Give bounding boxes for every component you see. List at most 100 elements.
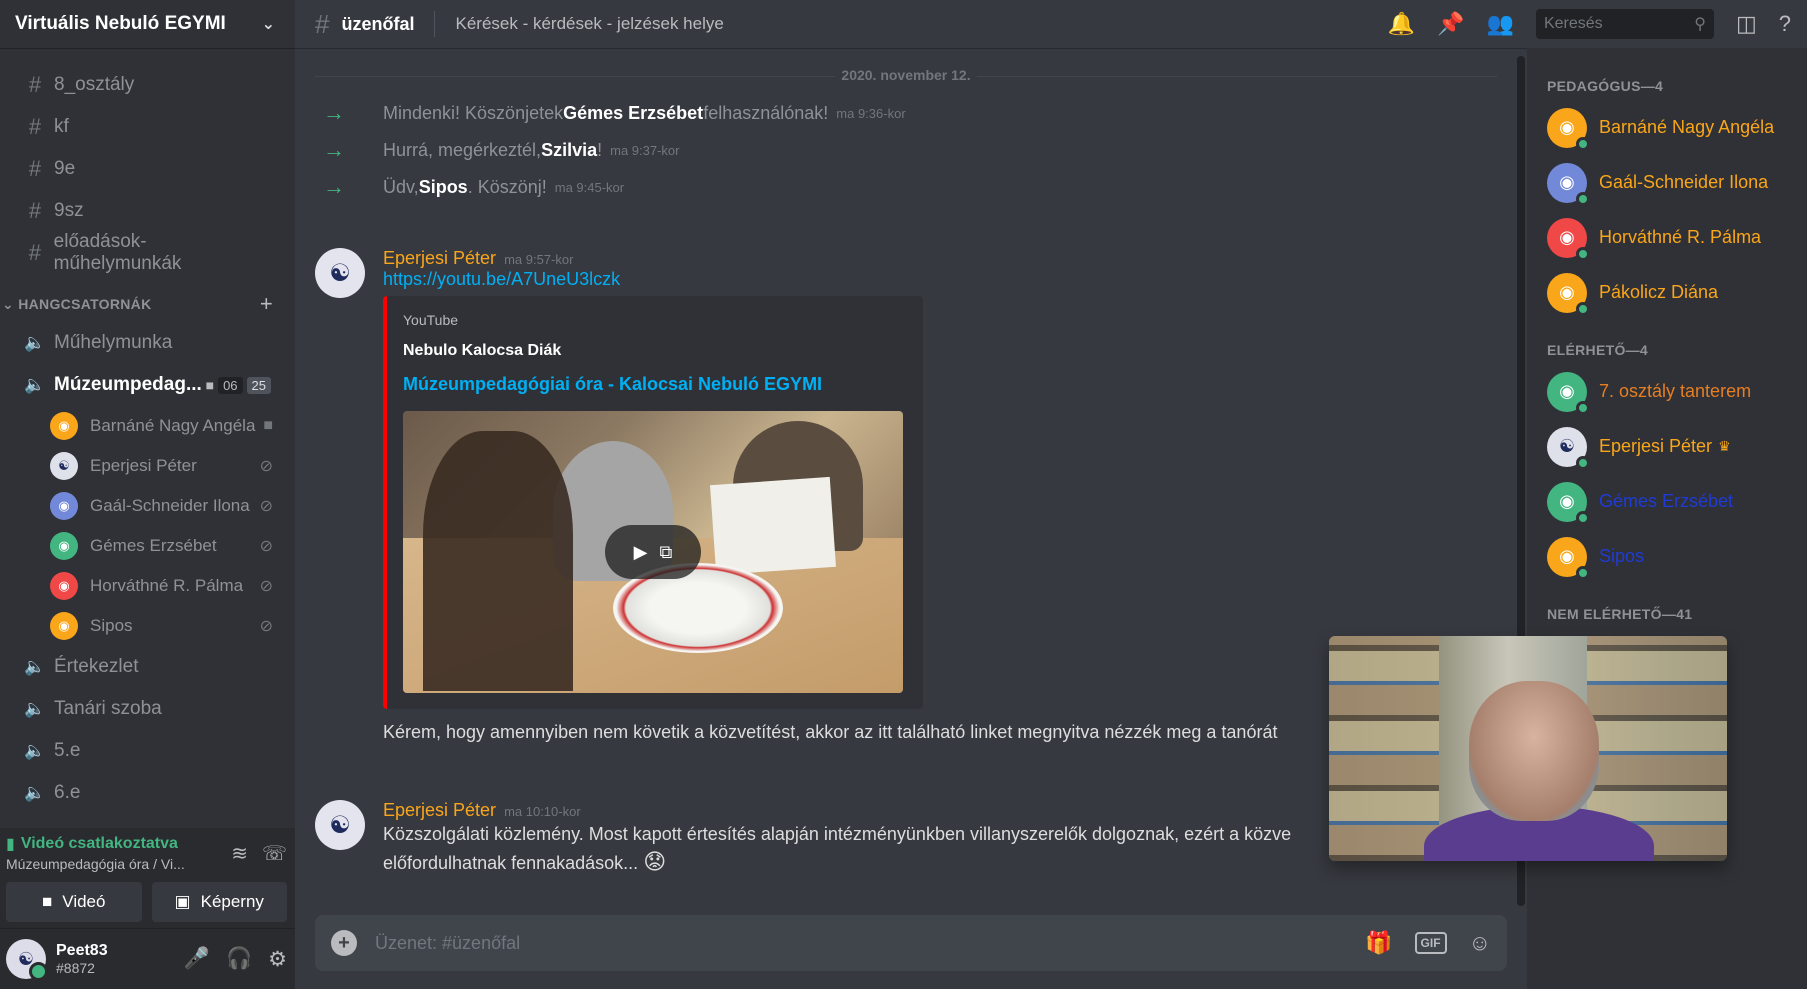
speaker-icon: 🔈 (24, 375, 46, 394)
noise-suppression-icon[interactable]: ≋ (231, 841, 248, 866)
user-avatar: ◉ (50, 412, 78, 440)
text-channel[interactable]: # előadások-műhelymunkák (8, 231, 287, 274)
member-item[interactable]: ☯ Eperjesi Péter ♛ (1527, 419, 1807, 474)
sys-text: Üdv, (383, 176, 419, 197)
author-name[interactable]: Eperjesi Péter (383, 248, 496, 268)
voice-status[interactable]: ▮ Videó csatlakoztatva (6, 834, 185, 854)
user-avatar: ☯ (50, 452, 78, 480)
disconnect-icon[interactable]: ☏ (262, 841, 287, 866)
online-status-icon (1576, 246, 1590, 261)
message-composer[interactable]: + Üzenet: #üzenőfal 🎁 GIF ☺ (315, 915, 1507, 971)
mic-muted-icon[interactable]: 🎤 (184, 947, 210, 972)
search-input[interactable]: Keresés ⚲ (1535, 9, 1714, 39)
pin-icon[interactable]: 📌 (1437, 11, 1464, 37)
channel-label: 5.e (54, 740, 81, 761)
online-status-icon (1576, 455, 1590, 470)
members-icon[interactable]: 👥 (1487, 11, 1514, 37)
gif-icon[interactable]: GIF (1414, 932, 1447, 954)
author-name[interactable]: Eperjesi Péter (383, 800, 496, 820)
voice-channel[interactable]: 🔈 5.e (8, 730, 287, 772)
message-input[interactable]: Üzenet: #üzenőfal (375, 933, 1365, 954)
message-link[interactable]: https://youtu.be/A7UneU3lczk (383, 269, 1277, 290)
popout-video-stream[interactable] (1329, 636, 1727, 861)
system-message: → Mindenki! Köszönjetek Gémes Erzsébet f… (323, 100, 906, 126)
voice-user[interactable]: ◉ Sipos ⊘ (0, 606, 295, 646)
voice-category[interactable]: ⌄ HANGCSATORNÁK + (0, 286, 295, 322)
author-avatar[interactable]: ☯ (315, 248, 365, 298)
voice-user[interactable]: ◉ Horváthné R. Pálma ⊘ (0, 566, 295, 606)
voice-user-name: Eperjesi Péter (90, 456, 197, 475)
member-item[interactable]: ◉ Gaál-Schneider Ilona (1527, 155, 1807, 210)
member-item[interactable]: ◉ Sipos (1527, 529, 1807, 584)
member-name: Sipos (1599, 546, 1645, 566)
video-bookshelf (1329, 636, 1439, 861)
sys-mention[interactable]: Gémes Erzsébet (563, 103, 703, 124)
voice-channel[interactable]: 🔈 Tanári szoba (8, 688, 287, 730)
attach-plus-icon[interactable]: + (331, 930, 357, 956)
signal-icon: ▮ (6, 836, 15, 853)
add-channel-icon[interactable]: + (260, 291, 273, 317)
video-button[interactable]: ■ Videó (6, 882, 142, 922)
embed-provider[interactable]: YouTube (403, 312, 907, 328)
speaker-icon: 🔈 (24, 657, 46, 676)
emoji-icon[interactable]: ☺ (1469, 930, 1491, 956)
online-status-icon (1576, 510, 1590, 525)
channel-topic[interactable]: Kérések - kérdések - jelzések helye (455, 14, 723, 34)
header-divider (434, 11, 436, 37)
text-channel[interactable]: #9e (8, 148, 287, 190)
sys-mention[interactable]: Sipos (419, 177, 468, 198)
youtube-embed: YouTube Nebulo Kalocsa Diák Múzeumpedagó… (383, 296, 923, 709)
member-item[interactable]: ◉ Horváthné R. Pálma (1527, 210, 1807, 265)
channel-label: kf (54, 116, 69, 137)
embed-title[interactable]: Múzeumpedagógiai óra - Kalocsai Nebuló E… (403, 374, 907, 395)
voice-user[interactable]: ◉ Barnáné Nagy Angéla ■ (0, 406, 295, 446)
channel-label: 8_osztály (54, 74, 135, 95)
user-count: 25 (246, 376, 271, 394)
gear-icon[interactable]: ⚙ (268, 947, 287, 972)
headphones-icon[interactable]: 🎧 (226, 947, 252, 972)
voice-user-list: ◉ Barnáné Nagy Angéla ■ ☯ Eperjesi Péter ⊘ ◉ Ga… (0, 406, 295, 646)
member-item[interactable]: ◉ Barnáné Nagy Angéla (1527, 100, 1807, 155)
gift-icon[interactable]: 🎁 (1365, 930, 1392, 956)
date-divider: 2020. november 12. (315, 67, 1497, 83)
message-text: Kérem, hogy amennyiben nem követik a köz… (383, 722, 1278, 742)
text-channel[interactable]: # kf (8, 106, 287, 148)
embed-author[interactable]: Nebulo Kalocsa Diák (403, 342, 907, 360)
sys-text: Hurrá, megérkeztél, (383, 139, 542, 160)
channel-label: Tanári szoba (54, 698, 162, 719)
member-item[interactable]: ◉ 7. osztály tanterem (1527, 364, 1807, 419)
member-category: PEDAGÓGUS—4 (1547, 78, 1664, 94)
voice-channel-active[interactable]: 🔈 Múzeumpedag... ■ 06 25 (8, 364, 287, 406)
voice-user[interactable]: ◉ Gémes Erzsébet ⊘ (0, 526, 295, 566)
speaker-icon: 🔈 (24, 783, 46, 802)
voice-channel[interactable]: 🔈 Műhelymunka (8, 322, 287, 364)
voice-channel-name[interactable]: Múzeumpedagógia óra / Vi... (6, 856, 185, 872)
text-channel[interactable]: #9sz (8, 190, 287, 232)
voice-channel[interactable]: 🔈 Értekezlet (8, 646, 287, 688)
help-icon[interactable]: ? (1779, 11, 1791, 37)
bell-icon[interactable]: 🔔 (1388, 11, 1415, 37)
video-person-head (1469, 681, 1599, 821)
video-thumbnail[interactable]: ▶ ⧉ (403, 411, 903, 693)
message: ☯ Eperjesi Péter ma 9:57-kor https://yout… (315, 248, 1277, 746)
play-button[interactable]: ▶ ⧉ (605, 525, 701, 579)
voice-channel[interactable]: 🔈 6.e (8, 772, 287, 814)
member-item[interactable]: ◉ Pákolicz Diána (1527, 265, 1807, 320)
member-item[interactable]: ◉ Gémes Erzsébet (1527, 474, 1807, 529)
voice-user-name: Sipos (90, 616, 133, 635)
chevron-down-icon[interactable]: ⌄ (262, 14, 275, 34)
inbox-icon[interactable]: ◫ (1736, 11, 1757, 37)
voice-user[interactable]: ☯ Eperjesi Péter ⊘ (0, 446, 295, 486)
text-channel[interactable]: #8_osztály (8, 64, 287, 106)
channel-label: 9sz (54, 200, 84, 221)
open-external-icon[interactable]: ⧉ (659, 542, 672, 563)
guild-header[interactable]: Virtuális Nebuló EGYMI ⌄ (0, 0, 295, 48)
screen-share-button[interactable]: ▣ Képerny (151, 882, 287, 922)
frowning-emoji-icon: 😟 (643, 849, 667, 874)
sys-mention[interactable]: Szilvia (541, 140, 597, 161)
online-status-icon (1576, 301, 1590, 316)
user-tag: #8872 (56, 960, 95, 976)
author-avatar[interactable]: ☯ (315, 800, 365, 850)
user-avatar[interactable]: ☯ (6, 939, 48, 981)
voice-user[interactable]: ◉ Gaál-Schneider Ilona ⊘ (0, 486, 295, 526)
